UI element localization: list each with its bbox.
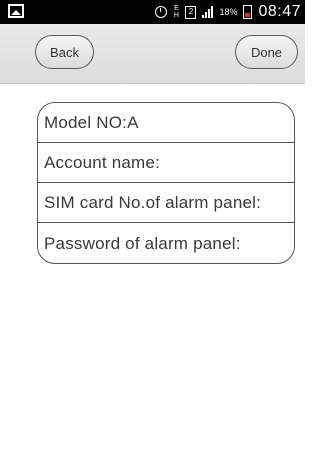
alarm-clock-icon bbox=[155, 6, 168, 18]
battery-icon bbox=[243, 5, 253, 19]
model-no-label: Model NO: bbox=[44, 112, 128, 132]
network-type-bottom: H bbox=[173, 12, 179, 19]
network-type-icon: E H bbox=[173, 5, 179, 19]
panel-password-label: Password of alarm panel: bbox=[44, 234, 241, 253]
model-no-value: A bbox=[127, 112, 139, 132]
status-right: E H 2 18% 08:47 bbox=[155, 0, 301, 24]
sim-slot-icon: 2 bbox=[185, 5, 197, 19]
status-left bbox=[8, 4, 24, 18]
network-type-top: E bbox=[174, 5, 179, 12]
panel-password-field[interactable]: Password of alarm panel: bbox=[38, 223, 294, 263]
navigation-bar: Back Done bbox=[0, 24, 305, 84]
sim-card-number-field[interactable]: SIM card No.of alarm panel: bbox=[38, 183, 294, 223]
back-button[interactable]: Back bbox=[35, 35, 94, 69]
model-no-field[interactable]: Model NO: A bbox=[38, 103, 294, 143]
done-button[interactable]: Done bbox=[235, 35, 298, 69]
status-bar: E H 2 18% 08:47 bbox=[0, 0, 305, 24]
status-clock: 08:47 bbox=[258, 3, 301, 20]
device-info-form: Model NO: A Account name: SIM card No.of … bbox=[37, 102, 295, 264]
battery-percent: 18% bbox=[219, 7, 238, 17]
sim-card-number-label: SIM card No.of alarm panel: bbox=[44, 192, 262, 212]
gallery-notification-icon bbox=[8, 4, 24, 18]
account-name-field[interactable]: Account name: bbox=[38, 143, 294, 183]
signal-strength-icon bbox=[202, 6, 214, 18]
account-name-label: Account name: bbox=[44, 152, 160, 172]
